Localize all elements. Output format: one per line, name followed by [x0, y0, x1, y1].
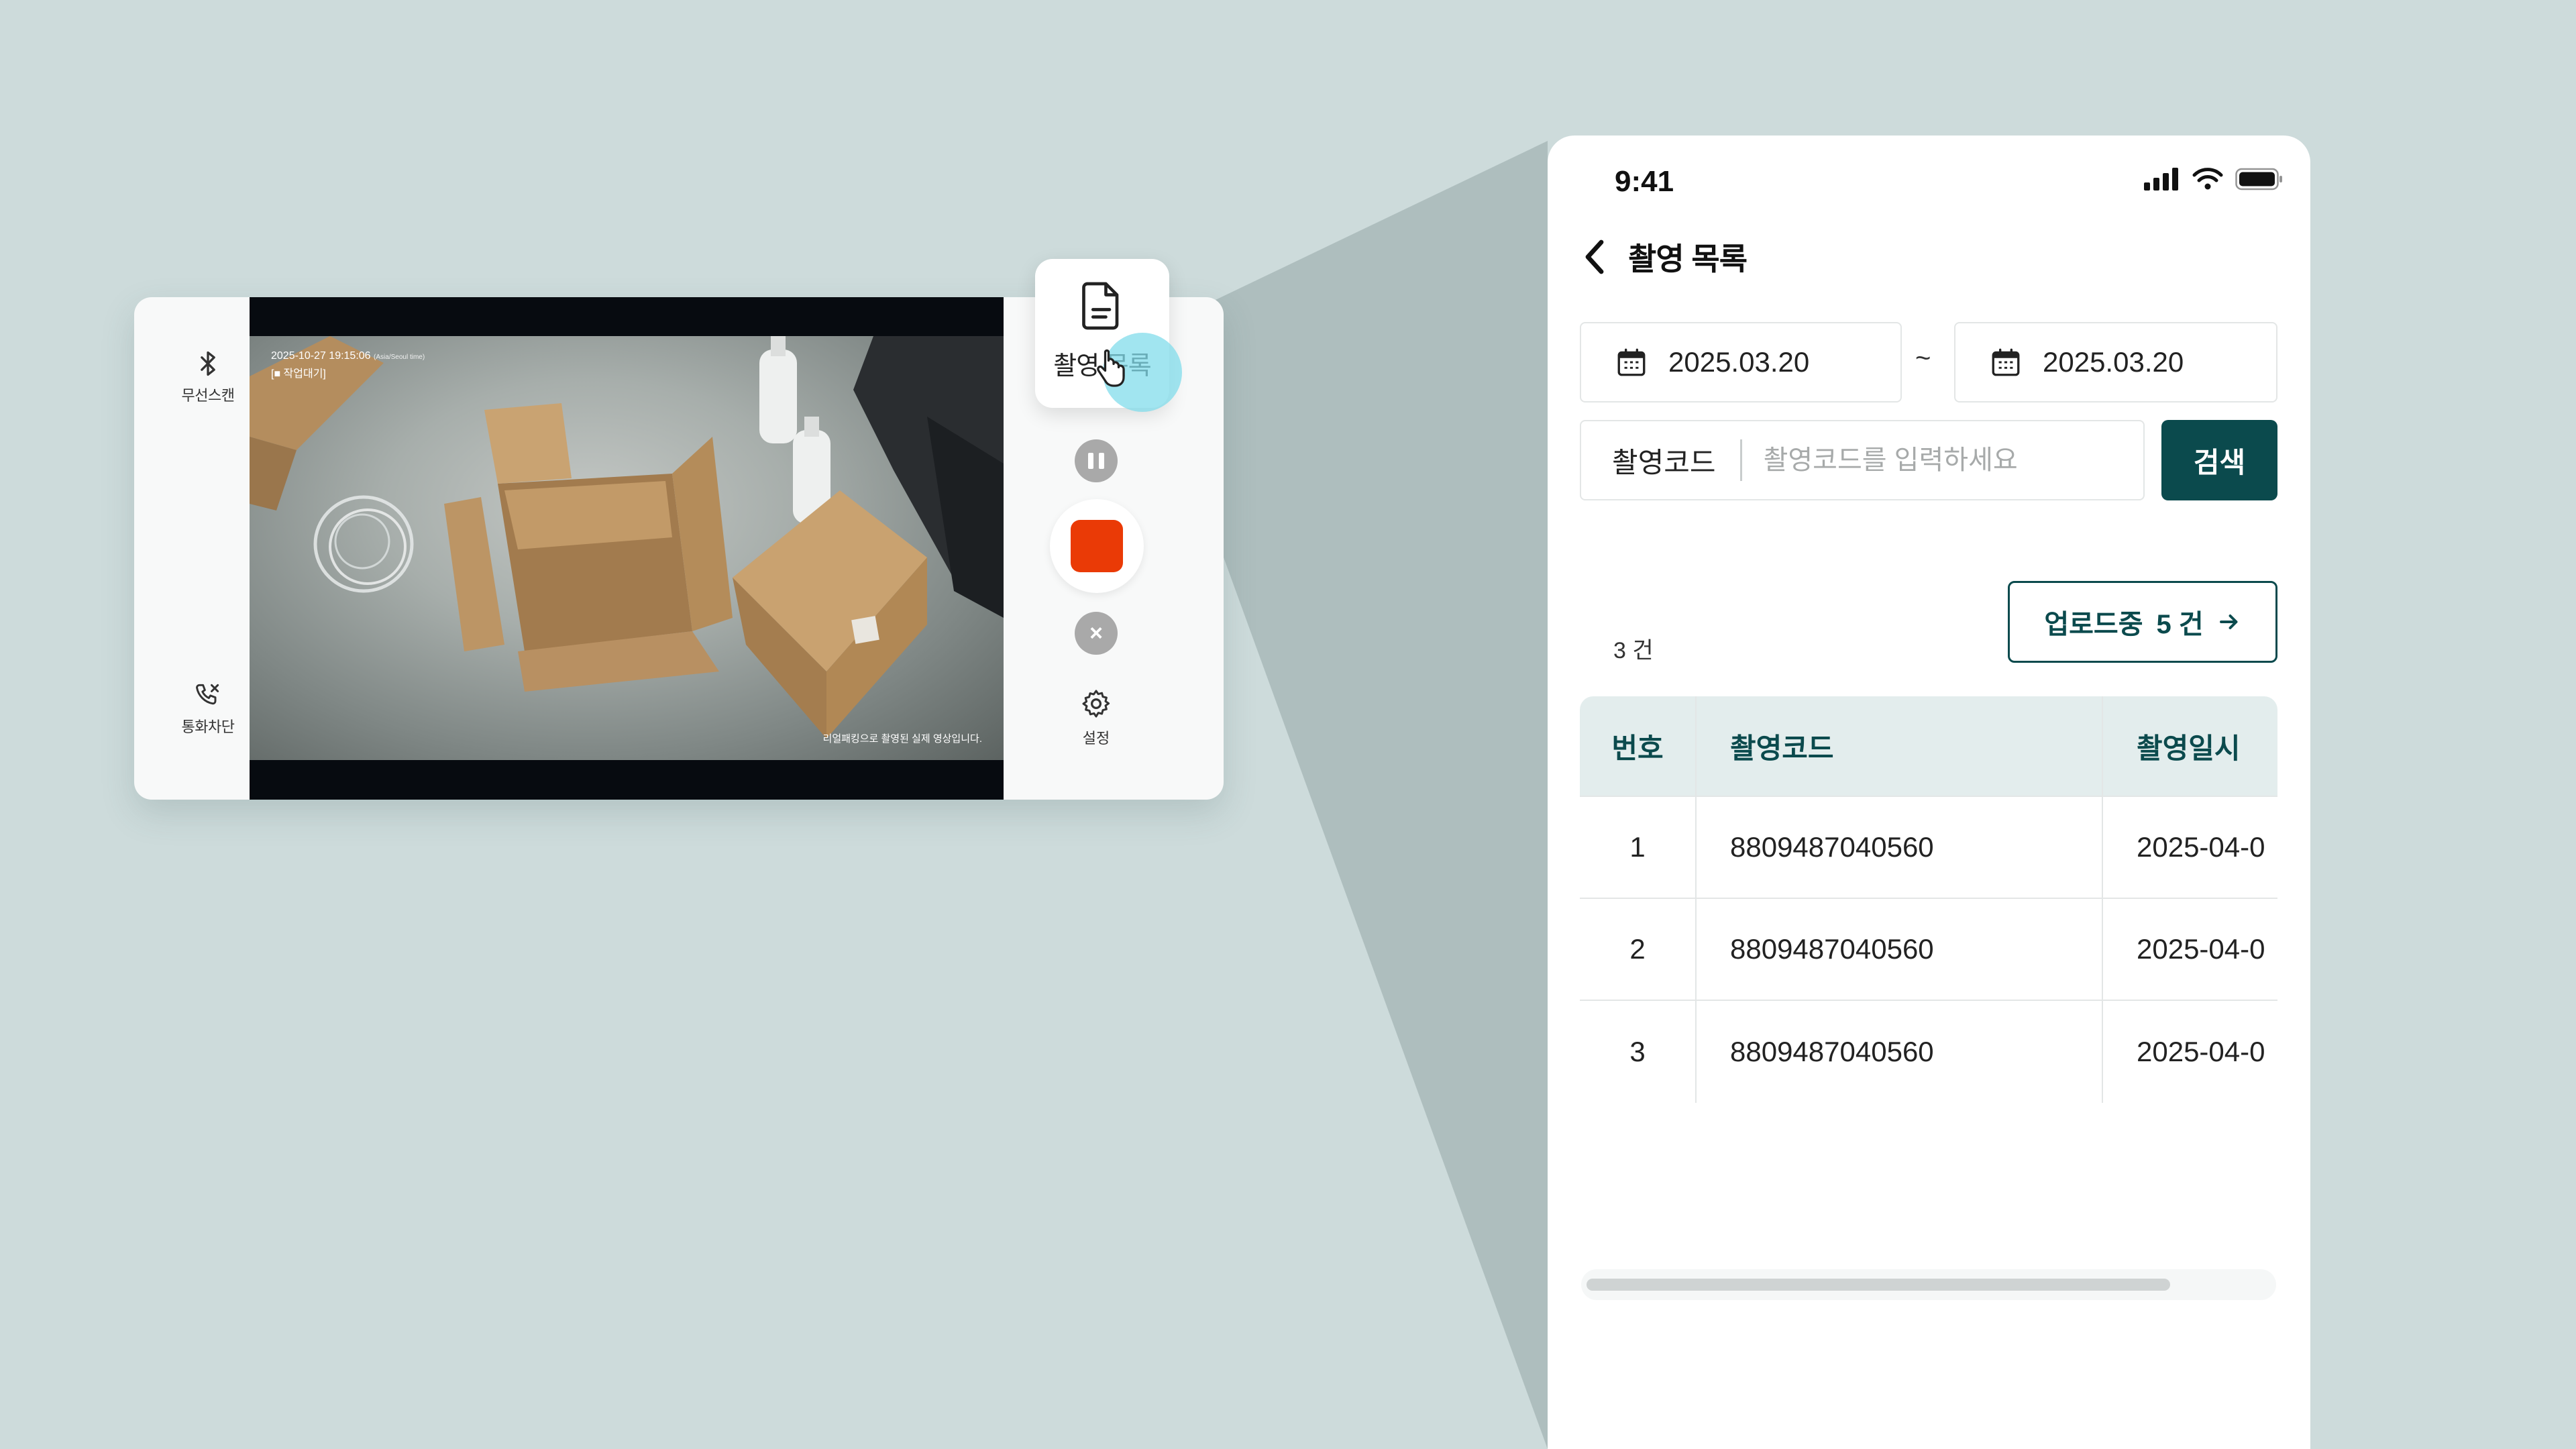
stop-icon: [1071, 520, 1123, 572]
gear-icon: [1082, 690, 1110, 718]
settings-label: 설정: [1082, 730, 1110, 747]
table-scroll-content: 번호 촬영코드 촬영일시 1 8809487040560 2025-04-0 2…: [1580, 696, 2277, 1103]
camera-scene: 2025-10-27 19:15:06 (Asia/Seoul time) [■…: [250, 336, 1004, 760]
uploading-label: 업로드중: [2044, 610, 2143, 639]
status-time: 9:41: [1615, 165, 1674, 198]
date-separator: ~: [1915, 343, 1931, 373]
code-input[interactable]: [1763, 445, 2139, 476]
table-header-row: 번호 촬영코드 촬영일시: [1580, 696, 2277, 797]
status-icons: [2144, 168, 2284, 191]
search-button[interactable]: 검색: [2161, 420, 2277, 500]
close-icon: ×: [1089, 620, 1103, 646]
wifi-icon: [2192, 168, 2223, 190]
camera-preview: 2025-10-27 19:15:06 (Asia/Seoul time) [■…: [250, 297, 1004, 800]
video-caption: 리얼패킹으로 촬영된 실제 영상입니다.: [822, 733, 982, 745]
bluetooth-icon: [201, 351, 215, 376]
back-chevron-icon[interactable]: [1581, 238, 1608, 276]
video-timestamp: 2025-10-27 19:15:06 (Asia/Seoul time): [271, 350, 425, 364]
date-from-picker[interactable]: 2025.03.20: [1580, 322, 1902, 402]
horizontal-scrollbar[interactable]: [1581, 1269, 2276, 1300]
stage: 무선스캔 통화차단 2025-10-27 19:15:06 (Asia/Seou…: [0, 0, 2576, 1449]
header-datetime: 촬영일시: [2137, 732, 2241, 764]
date-to-picker[interactable]: 2025.03.20: [1954, 322, 2277, 402]
uploading-count: 5 건: [2156, 610, 2204, 639]
video-status: [■ 작업대기]: [271, 368, 326, 380]
signal-icon: [2144, 168, 2178, 191]
cell-code: 8809487040560: [1697, 899, 2103, 1000]
phone-screen: 9:41 촬영 목록 2025.03.20 ~ 2025.03.20 촬영코드 …: [1548, 136, 2310, 1449]
table-row[interactable]: 3 8809487040560 2025-04-0: [1580, 1001, 2277, 1103]
code-field-divider: [1739, 439, 1742, 481]
document-icon: [1082, 282, 1119, 330]
pause-icon-bar: [1088, 453, 1093, 469]
code-field-label: 촬영코드: [1612, 446, 1716, 478]
close-button[interactable]: ×: [1075, 612, 1118, 655]
cell-number: 2: [1580, 899, 1697, 1000]
pause-icon-bar: [1099, 453, 1104, 469]
date-to-value: 2025.03.20: [2043, 346, 2184, 378]
pause-button[interactable]: [1075, 439, 1118, 482]
stop-record-button[interactable]: [1050, 499, 1144, 593]
header-number: 번호: [1580, 696, 1697, 796]
packing-scene-illustration: [250, 336, 1004, 739]
calendar-icon: [1617, 348, 1646, 376]
result-count: 3 건: [1613, 638, 1654, 663]
code-search-field[interactable]: 촬영코드: [1580, 420, 2145, 500]
cell-datetime: 2025-04-0: [2137, 831, 2265, 863]
cell-datetime: 2025-04-0: [2137, 1036, 2265, 1067]
scrollbar-thumb[interactable]: [1587, 1279, 2170, 1291]
call-block-button[interactable]: 통화차단: [161, 680, 255, 737]
hand-pointer-icon: [1097, 349, 1125, 387]
bluetooth-scan-button[interactable]: 무선스캔: [161, 349, 255, 405]
recording-table: 번호 촬영코드 촬영일시 1 8809487040560 2025-04-0 2…: [1580, 696, 2277, 1237]
header-code: 촬영코드: [1697, 696, 2103, 796]
battery-icon: [2235, 168, 2282, 191]
cell-number: 3: [1580, 1001, 1697, 1103]
nav-bar: 촬영 목록: [1581, 235, 1748, 279]
cell-code: 8809487040560: [1697, 797, 2103, 898]
cell-datetime: 2025-04-0: [2137, 933, 2265, 965]
table-row[interactable]: 1 8809487040560 2025-04-0: [1580, 797, 2277, 899]
uploading-button[interactable]: 업로드중 5 건: [2008, 581, 2277, 663]
page-title: 촬영 목록: [1628, 241, 1748, 276]
cell-code: 8809487040560: [1697, 1001, 2103, 1103]
call-block-icon: [196, 684, 219, 705]
timestamp-text: 2025-10-27 19:15:06: [271, 350, 371, 362]
calendar-icon: [1992, 348, 2020, 376]
table-row[interactable]: 2 8809487040560 2025-04-0: [1580, 899, 2277, 1001]
settings-button[interactable]: 설정: [1056, 688, 1136, 748]
arrow-right-icon: [2219, 614, 2238, 629]
date-from-value: 2025.03.20: [1668, 346, 1810, 378]
call-block-label: 통화차단: [181, 718, 235, 735]
cell-number: 1: [1580, 797, 1697, 898]
bluetooth-scan-label: 무선스캔: [181, 387, 235, 404]
timezone-text: (Asia/Seoul time): [374, 354, 425, 361]
